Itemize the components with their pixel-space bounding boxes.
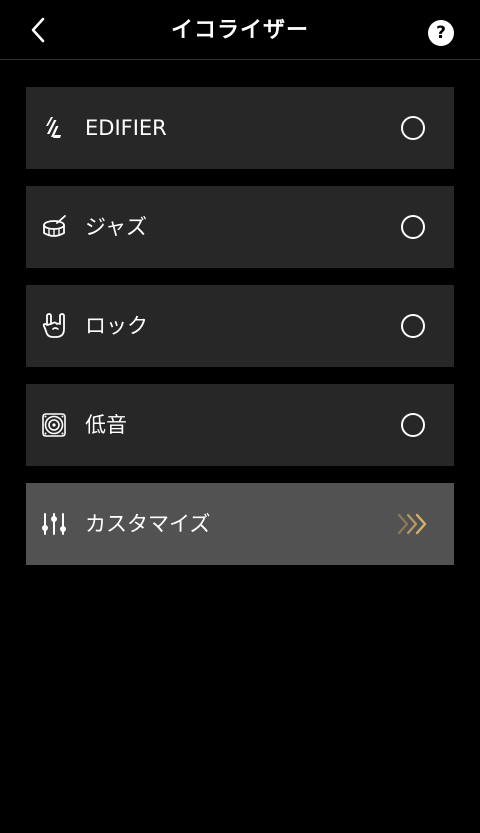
preset-label-bass: 低音 <box>85 413 127 437</box>
top-bar: イコライザー ? <box>0 0 480 60</box>
page-title: イコライザー <box>170 18 309 43</box>
drum-icon <box>40 213 68 241</box>
customize-label: カスタマイズ <box>85 512 211 536</box>
edifier-logo-icon <box>40 114 68 142</box>
rock-hand-icon <box>40 312 68 340</box>
preset-radio-bass[interactable] <box>401 413 425 437</box>
preset-item-edifier[interactable]: EDIFIER <box>26 87 454 169</box>
preset-label-edifier: EDIFIER <box>85 116 167 140</box>
speaker-icon <box>40 411 68 439</box>
help-button[interactable]: ? <box>428 20 454 46</box>
customize-item[interactable]: カスタマイズ <box>26 483 454 565</box>
triple-chevron-right-icon <box>397 513 427 535</box>
sliders-icon <box>40 510 68 538</box>
preset-item-rock[interactable]: ロック <box>26 285 454 367</box>
preset-label-jazz: ジャズ <box>85 215 147 239</box>
preset-item-jazz[interactable]: ジャズ <box>26 186 454 268</box>
preset-radio-jazz[interactable] <box>401 215 425 239</box>
equalizer-preset-list: EDIFIER ジャズ ロック 低音 カスタマイズ <box>26 87 454 582</box>
preset-item-bass[interactable]: 低音 <box>26 384 454 466</box>
preset-radio-rock[interactable] <box>401 314 425 338</box>
preset-radio-edifier[interactable] <box>401 116 425 140</box>
preset-label-rock: ロック <box>85 314 148 338</box>
